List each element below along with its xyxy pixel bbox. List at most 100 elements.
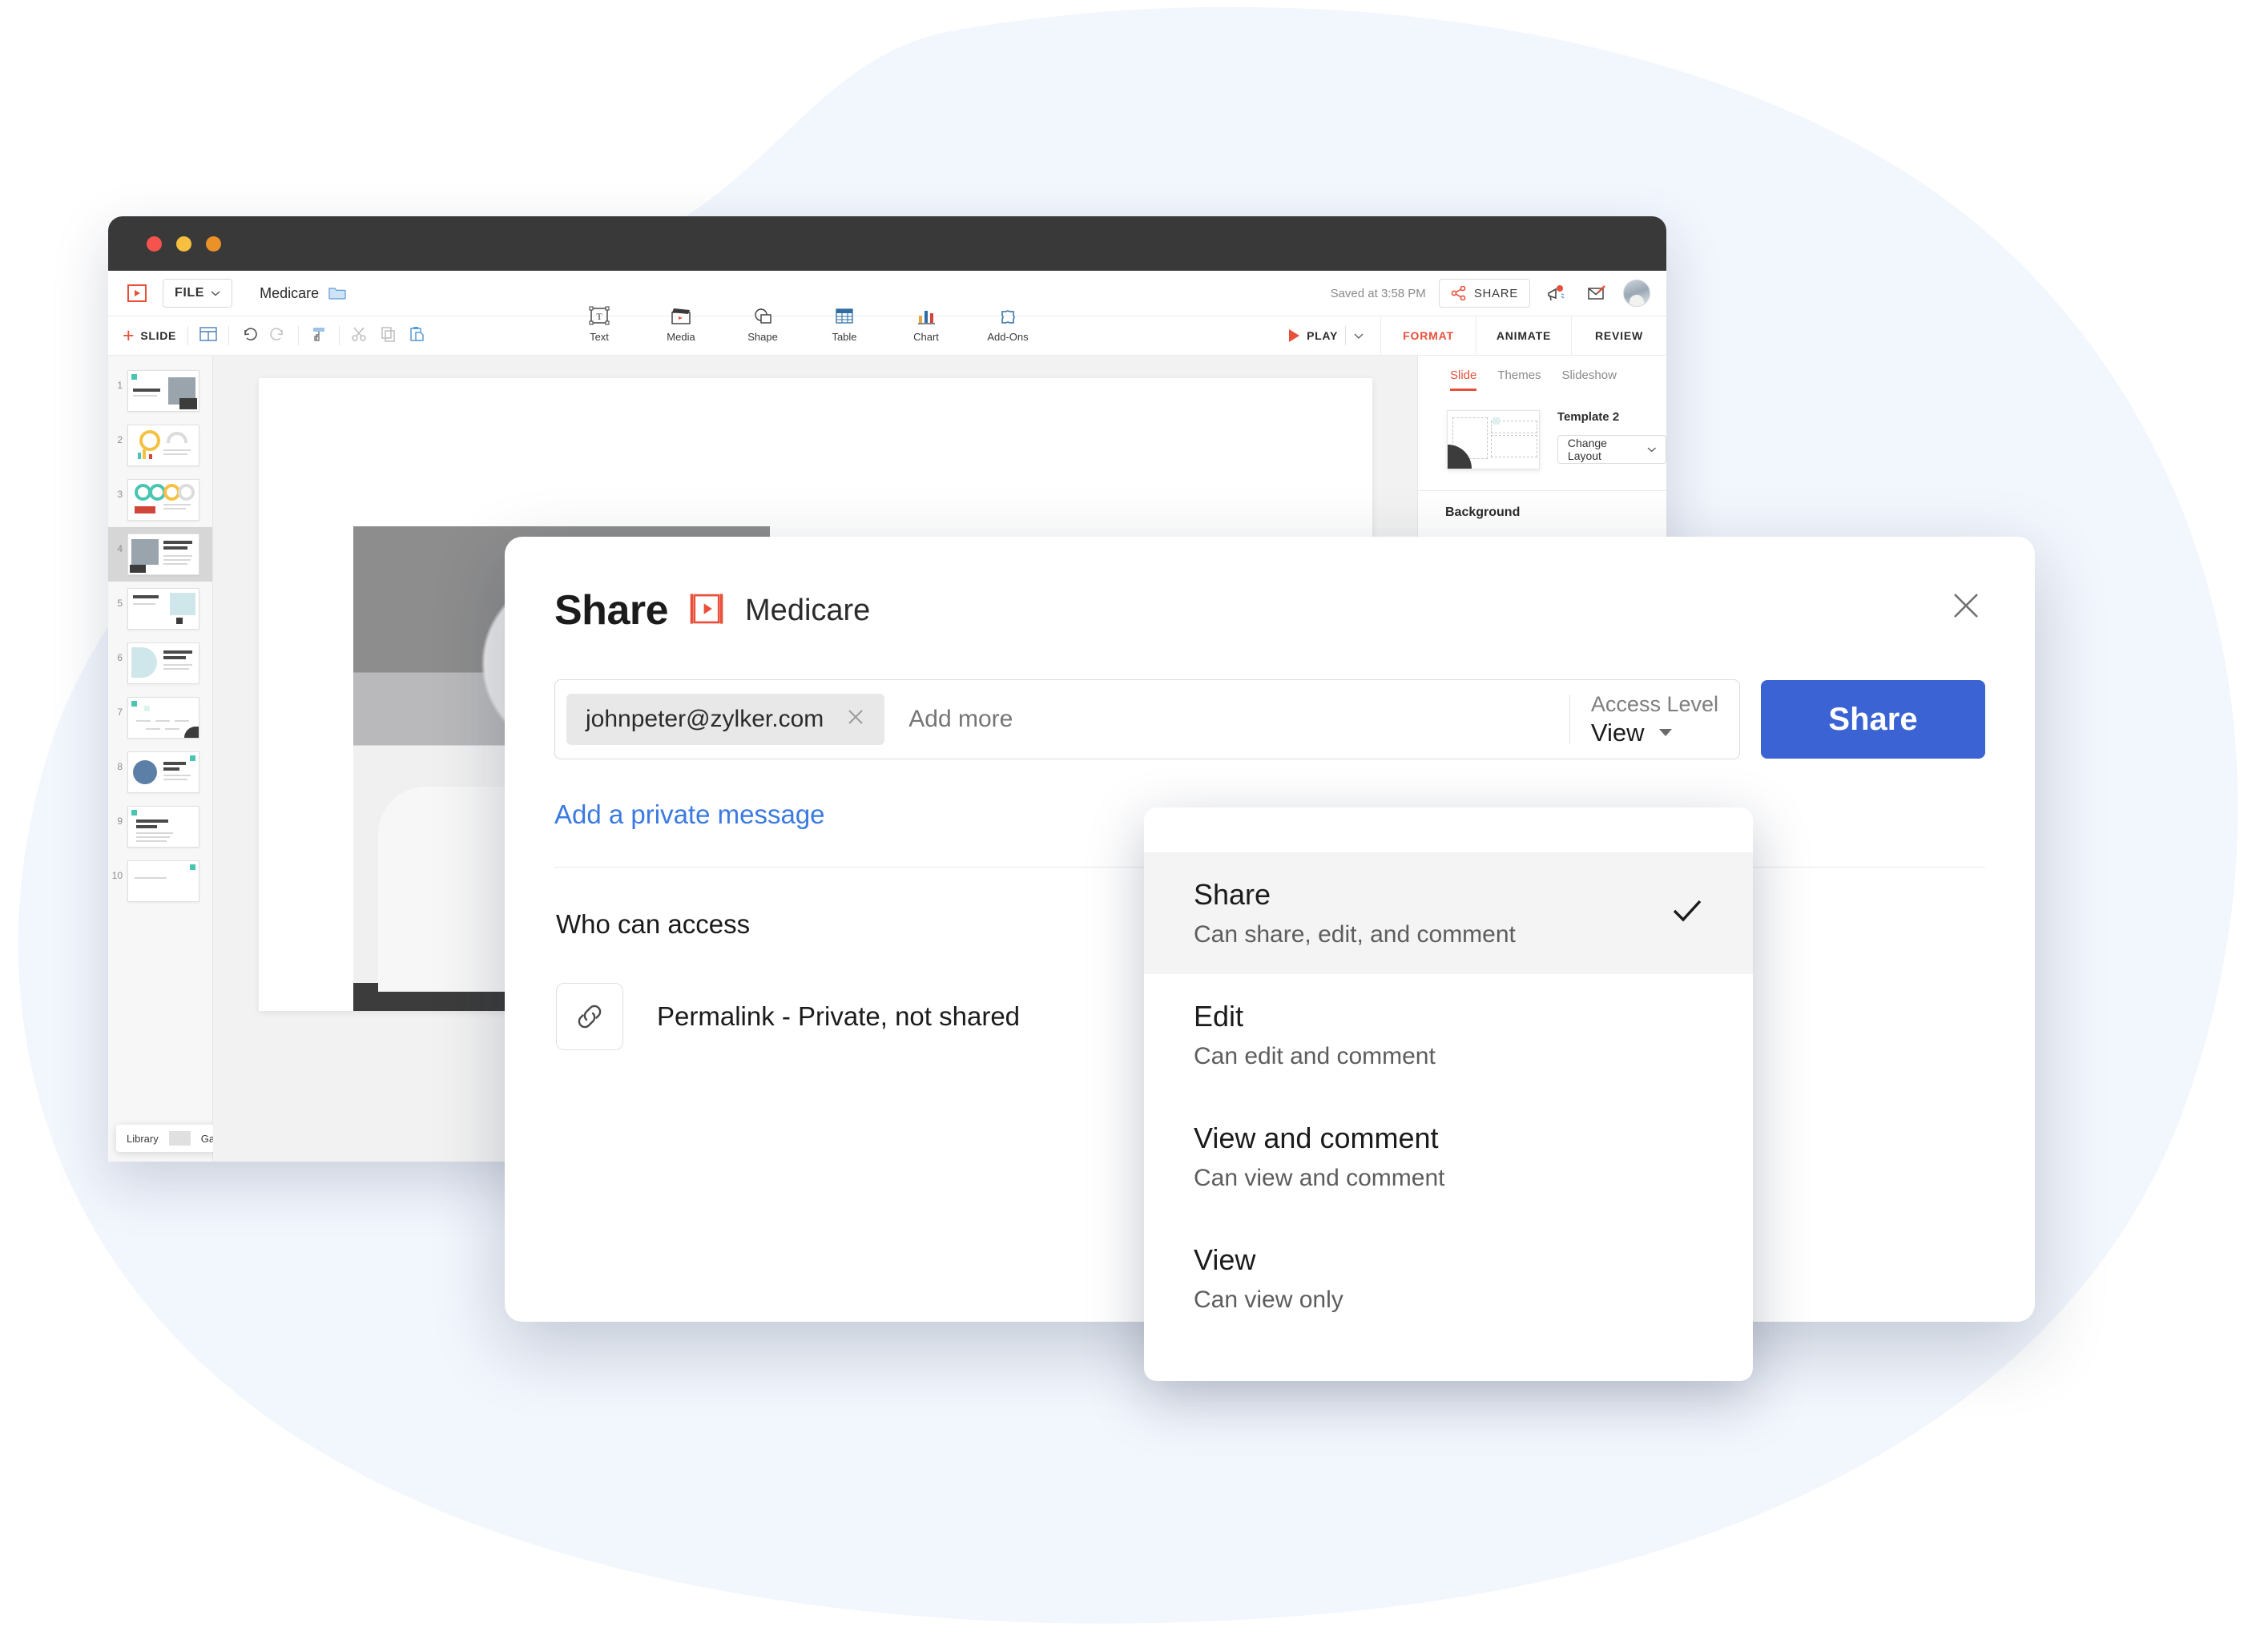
access-option-desc: Can view only (1194, 1287, 1343, 1313)
slide-thumbnail (127, 534, 199, 575)
slide-number: 3 (117, 489, 123, 500)
share-submit-button[interactable]: Share (1761, 680, 1985, 759)
slide-number: 10 (111, 870, 123, 881)
insert-media-tool[interactable]: Media (659, 305, 703, 343)
tab-format[interactable]: FORMAT (1380, 316, 1476, 355)
share-button[interactable]: SHARE (1438, 279, 1530, 308)
slide-thumbnail-item[interactable]: 3 (108, 473, 212, 527)
ribbon-tab-group: FORMAT ANIMATE REVIEW (1380, 316, 1666, 355)
background-section-label: Background (1445, 505, 1521, 519)
permalink-text: Permalink - Private, not shared (657, 1001, 1021, 1031)
slide-thumbnail-item[interactable]: 9 (108, 799, 212, 854)
toolbar-divider (187, 326, 189, 345)
insert-addons-label: Add-Ons (987, 331, 1029, 343)
rp-tab-slide[interactable]: Slide (1450, 368, 1477, 391)
zoho-show-logo-icon (689, 592, 724, 630)
right-panel-tabs: Slide Themes Slideshow (1418, 356, 1666, 391)
layout-preview-group: Template 2 Change Layout (1418, 391, 1666, 469)
slide-thumbnail-item[interactable]: 1 (108, 364, 212, 418)
access-level-selector[interactable]: Access Level View (1569, 692, 1739, 747)
access-option-title: Edit (1194, 1000, 1244, 1033)
access-option-view[interactable]: View Can view only (1144, 1218, 1753, 1339)
window-zoom-dot[interactable] (206, 236, 221, 252)
slide-number: 5 (117, 598, 123, 609)
rp-tab-themes[interactable]: Themes (1497, 368, 1541, 391)
layout-thumbnail[interactable] (1447, 410, 1540, 469)
copy-icon[interactable] (380, 326, 397, 346)
insert-addons-tool[interactable]: Add-Ons (985, 305, 1030, 343)
slide-thumbnail-item[interactable]: 2 (108, 418, 212, 473)
add-more-input[interactable] (884, 705, 1569, 734)
access-level-dropdown-menu[interactable]: Share Can share, edit, and comment Edit … (1144, 807, 1753, 1381)
layout-info: Template 2 Change Layout (1557, 410, 1666, 464)
insert-shape-label: Shape (747, 331, 778, 343)
divider (168, 1131, 191, 1146)
library-tab[interactable]: Library (116, 1133, 169, 1145)
slide-thumbnail-item[interactable]: 8 (108, 745, 212, 799)
insert-shape-tool[interactable]: Shape (740, 305, 785, 343)
slide-thumbnail (127, 588, 199, 630)
close-icon[interactable] (1945, 585, 1987, 626)
slide-number: 6 (117, 652, 123, 663)
access-option-desc: Can share, edit, and comment (1194, 921, 1516, 948)
slide-thumbnail (127, 806, 199, 848)
tab-format-label: FORMAT (1403, 329, 1454, 342)
recipient-email: johnpeter@zylker.com (586, 706, 824, 732)
edit-toolbar: + SLIDE T Text Media Shape Table Chart A… (108, 306, 1666, 356)
svg-text:T: T (596, 311, 602, 322)
access-option-edit[interactable]: Edit Can edit and comment (1144, 974, 1753, 1096)
text-box-icon: T (589, 306, 610, 325)
slide-thumbnail-item[interactable]: 5 (108, 582, 212, 636)
slide-thumbnail-item[interactable]: 7 (108, 691, 212, 745)
undo-icon[interactable] (240, 326, 258, 346)
window-close-dot[interactable] (147, 236, 162, 252)
slide-layout-icon[interactable] (199, 326, 217, 345)
recipient-input-field[interactable]: johnpeter@zylker.com Access Level View (554, 679, 1740, 759)
megaphone-icon[interactable] (1543, 280, 1570, 307)
play-button[interactable]: PLAY (1289, 326, 1372, 345)
insert-chart-tool[interactable]: Chart (904, 305, 949, 343)
tab-animate-label: ANIMATE (1496, 329, 1552, 342)
access-option-title: Share (1194, 878, 1271, 911)
insert-chart-label: Chart (913, 331, 939, 343)
redo-icon[interactable] (269, 326, 287, 346)
scissors-icon[interactable] (351, 326, 369, 346)
access-option-view-and-comment[interactable]: View and comment Can view and comment (1144, 1096, 1753, 1218)
format-painter-icon[interactable] (310, 326, 328, 346)
rp-tab-slideshow[interactable]: Slideshow (1562, 368, 1617, 391)
insert-media-label: Media (667, 331, 695, 343)
access-option-share[interactable]: Share Can share, edit, and comment (1144, 852, 1753, 974)
app-bar-right-group: Saved at 3:58 PM SHARE (1331, 279, 1650, 308)
tab-animate[interactable]: ANIMATE (1476, 316, 1571, 355)
clapperboard-icon (671, 308, 691, 324)
chevron-down-icon[interactable] (1353, 332, 1364, 340)
slide-number: 8 (117, 761, 123, 772)
paste-icon[interactable] (409, 326, 426, 346)
tab-review[interactable]: REVIEW (1571, 316, 1666, 355)
slides-thumbnail-panel[interactable]: 1 2 3 4 5 6 7 8 9 10 Library (108, 356, 244, 1162)
recipient-chip[interactable]: johnpeter@zylker.com (566, 694, 885, 745)
slide-thumbnail-item[interactable]: 6 (108, 636, 212, 691)
avatar[interactable] (1623, 280, 1650, 307)
folder-icon[interactable] (328, 286, 346, 300)
slide-thumbnail-item-selected[interactable]: 4 (108, 527, 212, 582)
share-button-label: SHARE (1473, 286, 1518, 300)
chip-remove-icon[interactable] (844, 706, 867, 733)
insert-text-tool[interactable]: T Text (577, 305, 622, 343)
chevron-down-icon (1647, 447, 1656, 453)
insert-table-tool[interactable]: Table (822, 305, 867, 343)
window-minimize-dot[interactable] (176, 236, 191, 252)
slide-thumbnail-item[interactable]: 10 (108, 854, 212, 908)
add-slide-button[interactable]: + SLIDE (123, 325, 176, 346)
slide-thumbnail (127, 751, 199, 793)
document-title-area[interactable]: Medicare (260, 285, 346, 302)
envelope-pencil-icon[interactable] (1583, 280, 1610, 307)
slide-number: 1 (117, 380, 123, 391)
access-option-title: View (1194, 1243, 1256, 1276)
document-title: Medicare (260, 284, 320, 301)
share-dialog-title: Share (554, 587, 669, 634)
change-layout-button[interactable]: Change Layout (1557, 435, 1666, 464)
access-option-desc: Can view and comment (1194, 1165, 1445, 1191)
file-menu-button[interactable]: FILE (163, 279, 233, 308)
slide-thumbnail (127, 479, 199, 521)
